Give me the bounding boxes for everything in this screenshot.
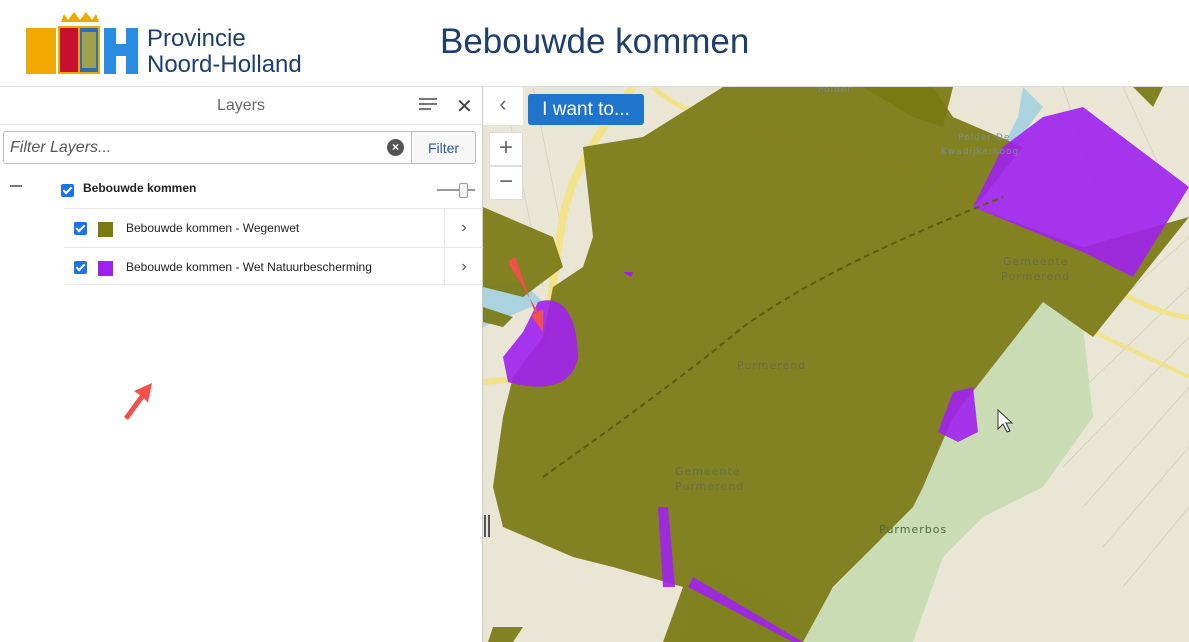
province-name-line2: Noord-Holland xyxy=(147,51,302,78)
layer-item-wegenwet[interactable]: Bebouwde kommen - Wegenwet › xyxy=(64,208,483,246)
layers-panel: Layers ✕ × Filter Bebouwde kommen Bebouw… xyxy=(0,87,483,642)
legend-swatch xyxy=(98,222,113,237)
province-name: Provincie Noord-Holland xyxy=(147,26,302,78)
app-header: Provincie Noord-Holland Bebouwde kommen xyxy=(0,0,1189,87)
app-title: Bebouwde kommen xyxy=(440,22,750,61)
layer-item-natuurbescherming[interactable]: Bebouwde kommen - Wet Natuurbescherming … xyxy=(64,247,483,285)
map-label-gemeente: Gemeente xyxy=(675,465,741,478)
layer-checkbox[interactable] xyxy=(74,222,87,235)
map-view[interactable]: ‹ I want to... + − Purmerend Gemeente Pu… xyxy=(483,87,1189,642)
layers-panel-title: Layers xyxy=(216,97,266,114)
layers-panel-header: Layers ✕ xyxy=(0,87,482,125)
map-label-gemeente: Purmerend xyxy=(675,480,745,493)
zoom-in-button[interactable]: + xyxy=(489,132,523,166)
map-label-purmerend: Purmerend xyxy=(737,359,807,372)
chevron-right-icon[interactable]: › xyxy=(444,248,483,285)
group-checkbox[interactable] xyxy=(61,184,74,197)
layer-label: Bebouwde kommen - Wet Natuurbescherming xyxy=(126,260,372,274)
map-label-polder-top: Polder xyxy=(818,87,853,95)
opacity-slider-handle[interactable] xyxy=(459,183,468,198)
panel-resize-handle[interactable] xyxy=(484,515,492,537)
map-label-polder: Polder De xyxy=(958,133,1011,143)
province-logo xyxy=(26,12,138,74)
clear-circle-icon[interactable]: × xyxy=(387,139,404,156)
red-arrow-annotation xyxy=(124,383,152,420)
province-name-line1: Provincie xyxy=(147,25,246,52)
close-icon[interactable]: ✕ xyxy=(456,94,473,119)
legend-swatch xyxy=(98,261,113,276)
map-label-gemeente: Gemeente xyxy=(1003,255,1069,268)
zoom-out-button[interactable]: − xyxy=(489,166,523,200)
filter-layers-input[interactable] xyxy=(3,131,412,164)
i-want-to-button[interactable]: I want to... xyxy=(528,94,644,125)
layer-label: Bebouwde kommen - Wegenwet xyxy=(126,221,300,235)
opacity-slider[interactable] xyxy=(437,183,475,198)
map-label-kwadijk: Kwadijkerkoog xyxy=(941,147,1020,157)
layer-checkbox[interactable] xyxy=(74,261,87,274)
filter-button[interactable]: Filter xyxy=(412,131,476,164)
chevron-left-icon[interactable]: ‹ xyxy=(483,87,523,125)
map-label-purmerbos: Purmerbos xyxy=(879,523,948,536)
collapse-group-icon[interactable] xyxy=(10,185,22,187)
chevron-right-icon[interactable]: › xyxy=(444,209,483,246)
group-label: Bebouwde kommen xyxy=(83,181,197,195)
map-label-gemeente: Purmerend xyxy=(1001,270,1071,283)
map-canvas[interactable] xyxy=(483,87,1189,642)
filter-row: × Filter xyxy=(3,131,477,164)
list-icon[interactable] xyxy=(419,98,437,112)
